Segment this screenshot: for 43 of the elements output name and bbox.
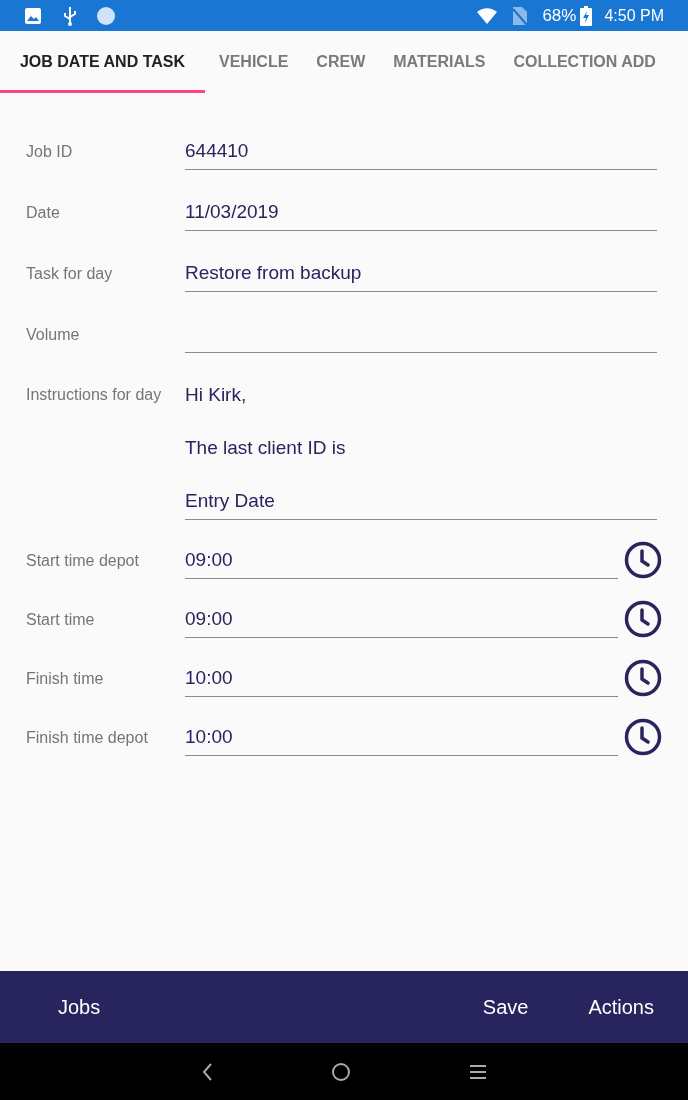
tab[interactable]: MATERIALS: [379, 31, 500, 93]
field-label: Start time depot: [25, 551, 140, 571]
home-icon[interactable]: [331, 1061, 351, 1082]
time-field[interactable]: 10:00: [185, 666, 618, 697]
clock-icon[interactable]: [624, 659, 662, 697]
tab[interactable]: VEHICLE: [205, 31, 303, 93]
bar-button[interactable]: Jobs: [58, 992, 101, 1022]
tab[interactable]: CREW: [302, 31, 380, 93]
clock-icon[interactable]: [624, 600, 662, 638]
image-icon: [24, 6, 42, 25]
clock-icon[interactable]: [624, 718, 662, 756]
instructions-field[interactable]: Hi Kirk, The last client ID is Entry Date: [185, 383, 657, 520]
field-label: Instructions for day: [25, 385, 163, 405]
field-label: Finish time: [25, 669, 105, 689]
battery-icon: [580, 5, 593, 26]
instruction-line: The last client ID is: [185, 436, 347, 460]
input-field[interactable]: Restore from backup: [185, 261, 657, 292]
clock-time: 4:50 PM: [604, 5, 664, 26]
time-field[interactable]: 10:00: [185, 725, 618, 756]
field-label: Finish time depot: [25, 728, 149, 748]
usb-icon: [62, 5, 78, 26]
battery-percent: 68%: [542, 4, 577, 27]
no-sim-icon: [512, 5, 529, 26]
clock-icon[interactable]: [624, 541, 662, 579]
time-field[interactable]: 09:00: [185, 607, 618, 638]
time-field[interactable]: 09:00: [185, 548, 618, 579]
bar-button[interactable]: Actions: [588, 992, 654, 1022]
field-label: Job ID: [25, 142, 74, 162]
instruction-line: Entry Date: [185, 489, 276, 513]
back-icon[interactable]: [201, 1061, 213, 1082]
field-label: Task for day: [25, 264, 114, 284]
circle-icon: [96, 5, 116, 26]
field-label: Volume: [25, 325, 81, 345]
field-label: Date: [25, 203, 61, 223]
menu-icon[interactable]: [469, 1063, 487, 1080]
bar-button[interactable]: Save: [482, 992, 529, 1022]
input-field[interactable]: 644410: [185, 139, 657, 170]
input-field[interactable]: 11/03/2019: [185, 200, 657, 231]
field-label: Start time: [25, 610, 96, 630]
instruction-line: Hi Kirk,: [185, 383, 248, 407]
wifi-icon: [476, 6, 499, 25]
tab[interactable]: JOB DATE AND TASK: [0, 31, 205, 93]
tab[interactable]: COLLECTION ADD: [499, 31, 670, 93]
